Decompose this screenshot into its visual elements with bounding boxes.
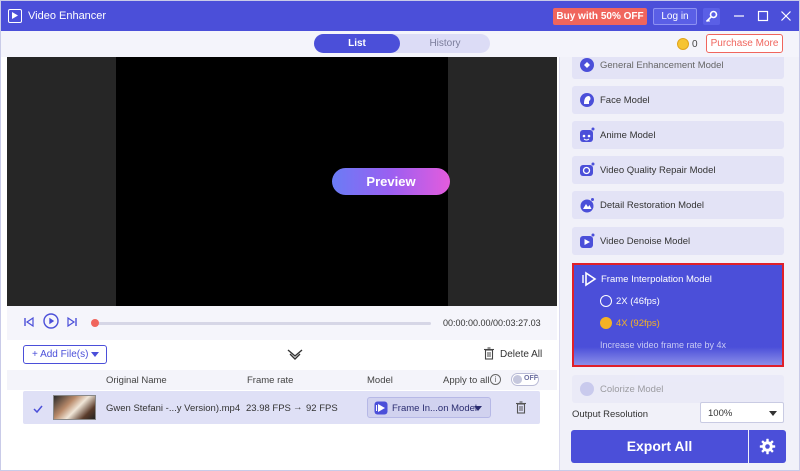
checkmark-icon[interactable] (33, 401, 43, 419)
model-panel: General Enhancement Model Face Model Ani… (559, 57, 799, 470)
app-logo-icon (8, 9, 22, 23)
selected-model-title: Frame Interpolation Model (601, 274, 712, 285)
face-icon (579, 92, 595, 108)
minimize-icon[interactable] (730, 7, 748, 25)
model-colorize[interactable]: Colorize Model (572, 375, 784, 403)
column-original-name: Original Name (106, 375, 167, 386)
gear-icon[interactable] (749, 430, 786, 463)
general-enhance-icon (579, 57, 595, 73)
model-anime[interactable]: Anime Model (572, 121, 784, 149)
maximize-icon[interactable] (754, 7, 772, 25)
model-video-quality-repair[interactable]: Video Quality Repair Model (572, 156, 784, 184)
chevron-down-icon[interactable] (474, 406, 482, 411)
timeline-playhead[interactable] (91, 319, 99, 327)
model-label: General Enhancement Model (600, 60, 724, 71)
chevron-down-icon[interactable] (91, 352, 99, 357)
frame-interpolation-icon (374, 401, 388, 420)
view-tabs: List History (314, 34, 490, 53)
login-button[interactable]: Log in (653, 8, 697, 25)
output-resolution-value: 100% (708, 408, 733, 419)
close-icon[interactable] (777, 7, 795, 25)
arrow-right-icon: → (293, 402, 303, 413)
model-frame-interpolation-selected[interactable]: Frame Interpolation Model 2X (46fps) 4X … (572, 263, 784, 367)
radio-4x[interactable] (600, 317, 612, 329)
timecode: 00:00:00.00/00:03:27.03 (443, 318, 541, 328)
toggle-knob (513, 375, 522, 384)
play-icon[interactable] (43, 313, 59, 334)
model-label: Video Denoise Model (600, 236, 691, 247)
row-model-label: Frame In...on Model (392, 403, 478, 414)
title-bar: Video Enhancer Buy with 50% OFF Log in (1, 1, 799, 31)
video-thumbnail (53, 395, 96, 420)
toggle-state-label: OFF (524, 375, 538, 382)
model-detail-restoration[interactable]: Detail Restoration Model (572, 191, 784, 219)
quality-repair-icon (579, 162, 595, 178)
preview-button[interactable]: Preview (332, 168, 450, 195)
apply-to-all-label: Apply to all (443, 375, 490, 386)
info-icon[interactable]: i (490, 374, 501, 385)
add-files-button[interactable]: + Add File(s) (23, 345, 107, 364)
purchase-more-button[interactable]: Purchase More (706, 34, 783, 53)
collapse-chevron-icon[interactable] (287, 348, 303, 366)
tab-history[interactable]: History (400, 34, 490, 53)
model-label: Colorize Model (600, 384, 664, 395)
model-description: Increase video frame rate by 4x (600, 340, 727, 350)
trash-icon[interactable] (483, 347, 495, 365)
radio-2x[interactable] (600, 295, 612, 307)
model-label: Video Quality Repair Model (600, 165, 716, 176)
output-resolution-label: Output Resolution (572, 409, 649, 420)
file-toolbar: + Add File(s) Delete All (7, 340, 557, 370)
model-face[interactable]: Face Model (572, 86, 784, 114)
output-frame-rate: 92 FPS (306, 403, 338, 414)
coin-icon (677, 38, 689, 50)
file-name: Gwen Stefani -...y Version).mp4 (106, 403, 241, 414)
tab-list[interactable]: List (314, 34, 400, 53)
next-frame-icon[interactable] (66, 315, 78, 333)
previous-frame-icon[interactable] (23, 315, 35, 333)
column-frame-rate: Frame rate (247, 375, 294, 386)
column-model: Model (367, 375, 393, 386)
anime-icon (579, 127, 595, 143)
top-toolbar: List History 0 Purchase More (1, 31, 799, 57)
playback-controls: 00:00:00.00/00:03:27.03 (7, 306, 557, 340)
chevron-down-icon[interactable] (769, 411, 777, 416)
row-model-dropdown[interactable]: Frame In...on Model (367, 397, 491, 418)
video-preview-area: Preview (7, 57, 557, 306)
file-list-header: Original Name Frame rate Model Apply to … (7, 370, 557, 390)
denoise-icon (579, 233, 595, 249)
app-title: Video Enhancer (28, 10, 107, 22)
model-general-enhancement[interactable]: General Enhancement Model (572, 57, 784, 79)
apply-to-all-toggle[interactable]: OFF (511, 373, 539, 386)
model-label: Detail Restoration Model (600, 200, 705, 211)
export-all-button[interactable]: Export All (571, 430, 748, 463)
buy-discount-button[interactable]: Buy with 50% OFF (553, 8, 647, 25)
key-icon[interactable] (703, 8, 720, 25)
model-label: Face Model (600, 95, 650, 106)
timeline-track[interactable] (93, 322, 431, 325)
add-files-label: + Add File(s) (32, 349, 89, 360)
trash-icon[interactable] (515, 401, 527, 419)
delete-all-button[interactable]: Delete All (500, 349, 542, 360)
option-2x-label[interactable]: 2X (46fps) (616, 296, 660, 307)
source-frame-rate: 23.98 FPS (246, 403, 291, 414)
video-canvas: Preview (116, 57, 450, 306)
model-label: Anime Model (600, 130, 656, 141)
frame-interpolation-icon (581, 271, 597, 292)
option-4x-label[interactable]: 4X (92fps) (616, 318, 660, 329)
output-resolution-select[interactable]: 100% (700, 402, 784, 423)
colorize-icon (579, 381, 595, 397)
coin-count: 0 (692, 39, 698, 50)
table-row[interactable]: Gwen Stefani -...y Version).mp4 23.98 FP… (23, 391, 540, 424)
app-window: Video Enhancer Buy with 50% OFF Log in L… (0, 0, 800, 471)
model-video-denoise[interactable]: Video Denoise Model (572, 227, 784, 255)
detail-restore-icon (579, 197, 595, 213)
